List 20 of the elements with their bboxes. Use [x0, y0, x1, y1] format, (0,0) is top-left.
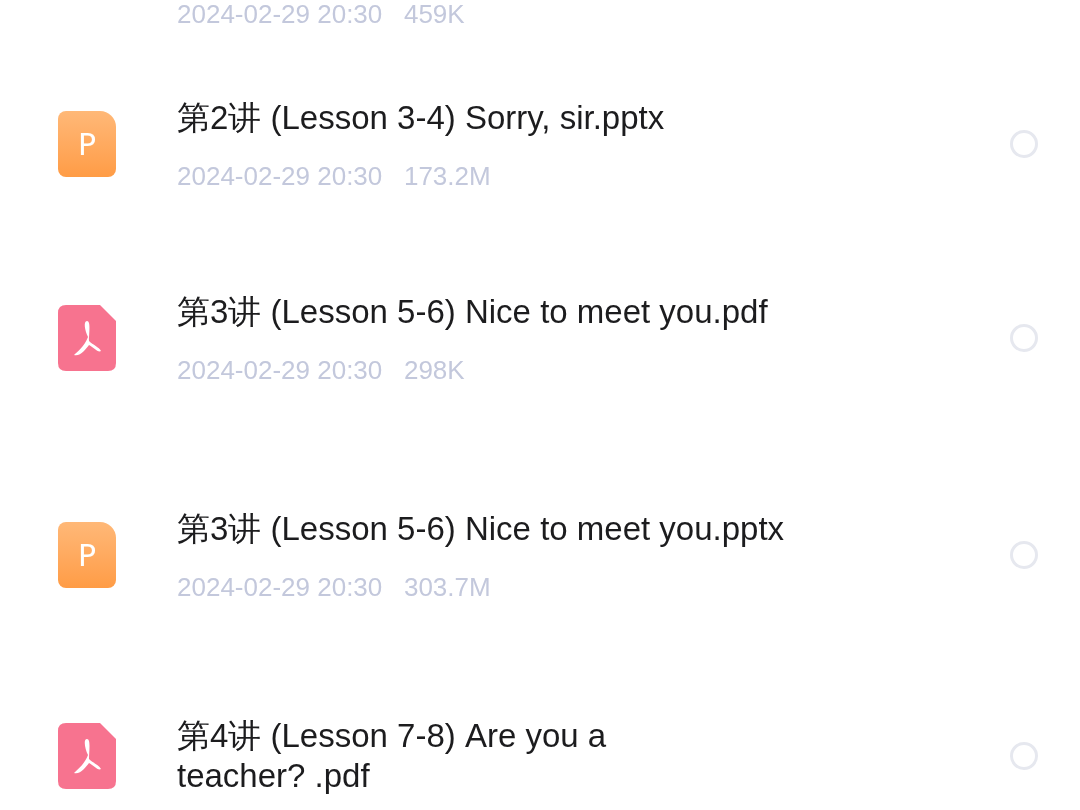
file-row[interactable]: P 第2讲 (Lesson 3-4) Sorry, sir.pptx 2024-02-29 20:30 173.2M — [0, 36, 1080, 252]
select-radio[interactable] — [1010, 324, 1038, 352]
presentation-file-icon: P — [58, 522, 116, 588]
file-row[interactable]: 第3讲 (Lesson 5-6) Nice to meet you.pdf 2024-02-29 20:30 298K — [0, 252, 1080, 424]
pdf-file-icon — [58, 305, 116, 371]
file-row[interactable]: 第4讲 (Lesson 7-8) Are you a teacher? .pdf — [0, 686, 1080, 810]
file-name: 第3讲 (Lesson 5-6) Nice to meet you.pptx — [177, 509, 786, 549]
file-meta: 2024-02-29 20:30 173.2M — [177, 162, 492, 190]
file-meta: 2024-02-29 20:30 298K — [177, 356, 466, 384]
file-name: 第3讲 (Lesson 5-6) Nice to meet you.pdf — [177, 292, 769, 332]
select-radio[interactable] — [1010, 742, 1038, 770]
file-meta: 2024-02-29 20:30 459K — [177, 0, 465, 28]
file-name: 第2讲 (Lesson 3-4) Sorry, sir.pptx — [177, 98, 666, 138]
presentation-file-icon: P — [58, 111, 116, 177]
file-row[interactable]: P 第3讲 (Lesson 5-6) Nice to meet you.pptx 2024-02-29 20:30 303.7M — [0, 424, 1080, 686]
select-radio[interactable] — [1010, 130, 1038, 158]
file-name: 第4讲 (Lesson 7-8) Are you a teacher? .pdf — [177, 716, 608, 796]
file-meta: 2024-02-29 20:30 303.7M — [177, 573, 492, 601]
pdf-file-icon — [58, 723, 116, 789]
select-radio[interactable] — [1010, 541, 1038, 569]
